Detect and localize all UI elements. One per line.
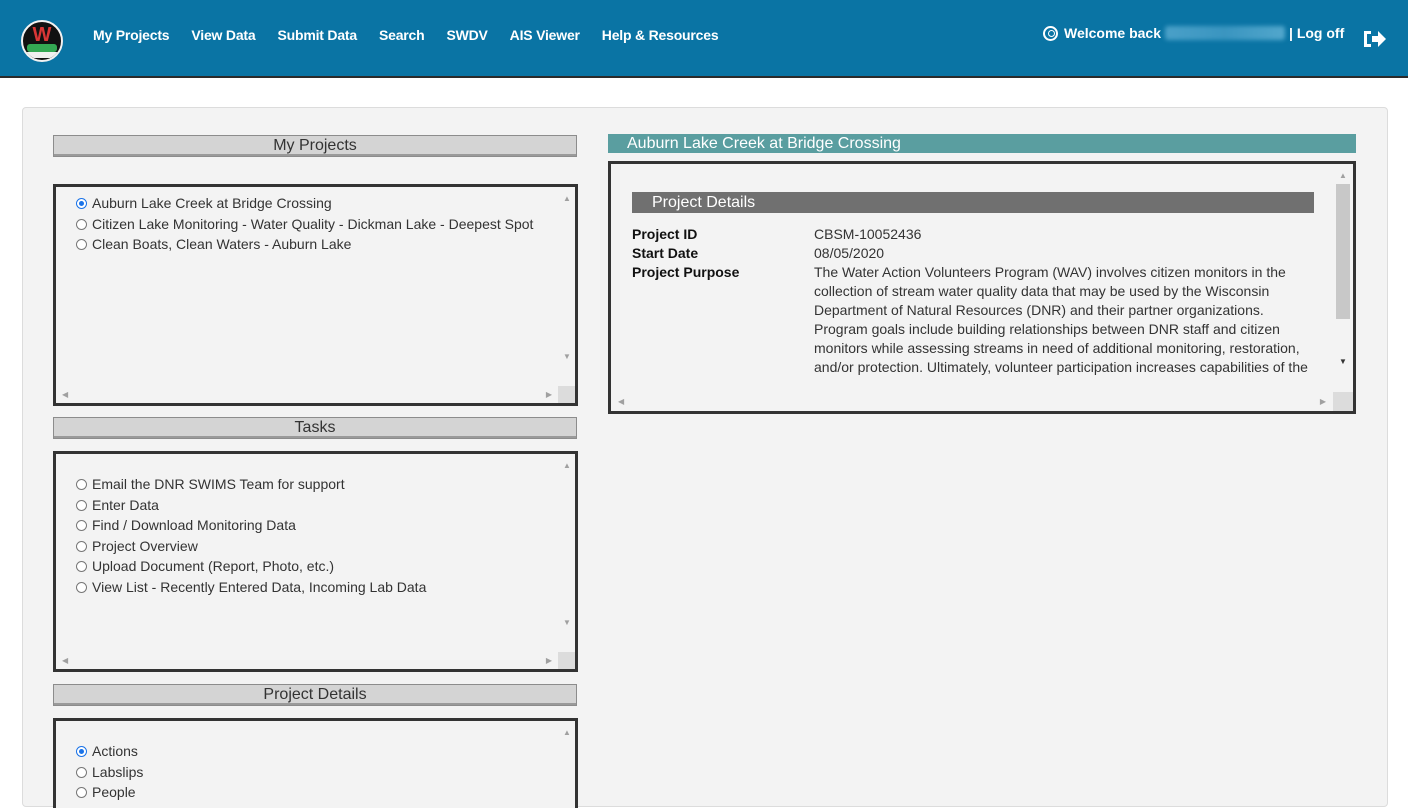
scroll-up-icon[interactable]: ▲: [1339, 172, 1347, 180]
radio-icon[interactable]: [76, 581, 87, 593]
project-id-label: Project ID: [632, 226, 698, 242]
scroll-up-icon[interactable]: ▲: [563, 729, 571, 737]
radio-icon[interactable]: [76, 239, 87, 250]
scroll-corner: [1333, 392, 1353, 411]
project-details-fields: Project ID CBSM-10052436 Start Date 08/0…: [632, 225, 1319, 377]
welcome-area: Welcome back | Log off: [1043, 25, 1344, 41]
project-details-pane: Project Details Project ID CBSM-10052436…: [608, 161, 1356, 414]
nav-help-resources[interactable]: Help & Resources: [602, 27, 719, 43]
main-nav: My Projects View Data Submit Data Search…: [93, 27, 740, 43]
horizontal-scrollbar[interactable]: ◀ ▶: [56, 652, 558, 669]
horizontal-scrollbar[interactable]: ◀ ▶: [611, 392, 1333, 411]
task-option[interactable]: Email the DNR SWIMS Team for support: [76, 474, 426, 495]
nav-search[interactable]: Search: [379, 27, 425, 43]
radio-selected-icon[interactable]: [76, 746, 87, 757]
start-date-value: 08/05/2020: [814, 245, 885, 261]
user-circle-icon: [1043, 25, 1058, 41]
vertical-scrollbar[interactable]: ▲ ▼: [558, 187, 575, 386]
project-details-bar: Project Details: [632, 192, 1314, 213]
task-option[interactable]: Project Overview: [76, 536, 426, 557]
vertical-scrollbar[interactable]: ▲ ▼: [558, 454, 575, 652]
scroll-up-icon[interactable]: ▲: [563, 195, 571, 203]
scroll-left-icon[interactable]: ◀: [62, 657, 68, 665]
project-purpose-label: Project Purpose: [632, 264, 740, 280]
project-details-list[interactable]: Actions Labslips People ▲: [53, 718, 578, 808]
scroll-corner: [558, 386, 575, 403]
project-option[interactable]: Citizen Lake Monitoring - Water Quality …: [76, 214, 533, 235]
radio-selected-icon[interactable]: [76, 198, 87, 209]
project-details-heading: Project Details: [53, 684, 577, 706]
radio-icon[interactable]: [76, 766, 87, 778]
task-option[interactable]: Find / Download Monitoring Data: [76, 515, 426, 536]
scroll-up-icon[interactable]: ▲: [563, 462, 571, 470]
radio-icon[interactable]: [76, 520, 87, 531]
horizontal-scrollbar[interactable]: ◀ ▶: [56, 386, 558, 403]
scroll-right-icon[interactable]: ▶: [546, 657, 552, 665]
project-option[interactable]: Auburn Lake Creek at Bridge Crossing: [76, 193, 533, 214]
detail-option[interactable]: Actions: [76, 741, 143, 762]
selected-project-title: Auburn Lake Creek at Bridge Crossing: [608, 134, 1356, 153]
detail-option[interactable]: Labslips: [76, 762, 143, 783]
start-date-label: Start Date: [632, 245, 699, 261]
tasks-heading: Tasks: [53, 417, 577, 439]
vertical-scrollbar[interactable]: ▲: [558, 721, 575, 808]
radio-icon[interactable]: [76, 218, 87, 230]
scroll-left-icon[interactable]: ◀: [62, 391, 68, 399]
radio-icon[interactable]: [76, 479, 87, 490]
scroll-right-icon[interactable]: ▶: [1320, 398, 1326, 406]
my-projects-list[interactable]: Auburn Lake Creek at Bridge Crossing Cit…: [53, 184, 578, 406]
task-option[interactable]: Upload Document (Report, Photo, etc.): [76, 556, 426, 577]
tasks-list[interactable]: Email the DNR SWIMS Team for support Ent…: [53, 451, 578, 672]
nav-view-data[interactable]: View Data: [191, 27, 255, 43]
task-option[interactable]: View List - Recently Entered Data, Incom…: [76, 577, 426, 598]
logoff-icon[interactable]: [1362, 28, 1386, 50]
radio-icon[interactable]: [76, 787, 87, 798]
detail-option[interactable]: People: [76, 782, 143, 803]
my-projects-heading: My Projects: [53, 135, 577, 157]
redacted-username: [1165, 26, 1286, 40]
scroll-corner: [558, 652, 575, 669]
scroll-thumb[interactable]: [1336, 184, 1350, 319]
radio-icon[interactable]: [76, 499, 87, 511]
wav-logo[interactable]: W: [21, 20, 63, 62]
project-purpose-value: The Water Action Volunteers Program (WAV…: [814, 264, 1308, 375]
project-id-value: CBSM-10052436: [814, 226, 922, 242]
nav-my-projects[interactable]: My Projects: [93, 27, 170, 43]
scroll-right-icon[interactable]: ▶: [546, 391, 552, 399]
project-option[interactable]: Clean Boats, Clean Waters - Auburn Lake: [76, 234, 533, 255]
radio-icon[interactable]: [76, 561, 87, 572]
nav-ais-viewer[interactable]: AIS Viewer: [510, 27, 580, 43]
nav-submit-data[interactable]: Submit Data: [277, 27, 357, 43]
radio-icon[interactable]: [76, 540, 87, 552]
vertical-scrollbar[interactable]: ▲ ▼: [1333, 164, 1353, 394]
task-option[interactable]: Enter Data: [76, 495, 426, 516]
welcome-label: Welcome back: [1064, 25, 1162, 41]
top-navigation-bar: W My Projects View Data Submit Data Sear…: [0, 0, 1408, 78]
nav-swdv[interactable]: SWDV: [446, 27, 487, 43]
scroll-down-icon[interactable]: ▼: [563, 619, 571, 627]
scroll-down-icon[interactable]: ▼: [563, 353, 571, 361]
scroll-down-icon[interactable]: ▼: [1339, 358, 1347, 366]
scroll-left-icon[interactable]: ◀: [618, 398, 624, 406]
logoff-link[interactable]: | Log off: [1289, 25, 1344, 41]
